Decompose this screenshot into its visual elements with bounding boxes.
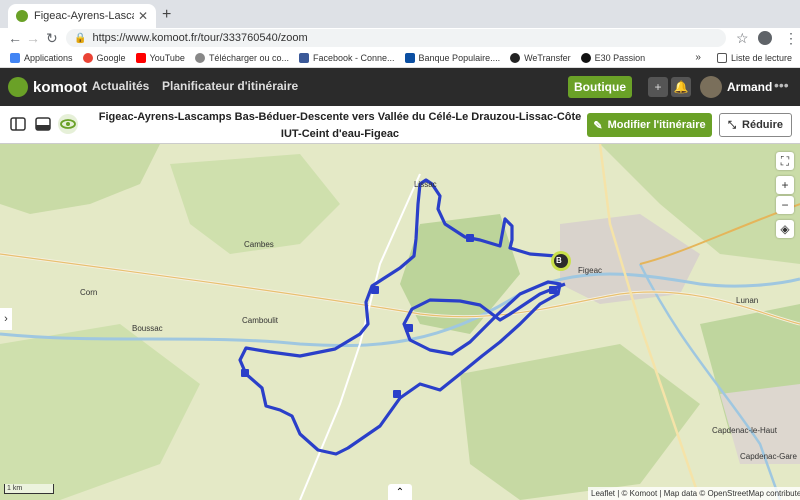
map-attribution[interactable]: Leaflet | © Komoot | Map data © OpenStre… [588, 487, 800, 500]
bookmark-label: WeTransfer [524, 52, 571, 63]
reading-list-label: Liste de lecture [730, 52, 792, 63]
bottom-panel-icon[interactable] [35, 116, 51, 132]
bookmarks-bar: Applications Google YouTube Télécharger … [0, 48, 800, 68]
bookmark-e30[interactable]: E30 Passion [580, 52, 646, 63]
e30-icon [580, 52, 591, 63]
youtube-icon [135, 52, 146, 63]
nav-planificateur[interactable]: Planificateur d'itinéraire [162, 79, 298, 93]
tour-title: Figeac-Ayrens-Lascamps Bas-Béduer-Descen… [90, 109, 590, 143]
add-icon[interactable]: + [648, 77, 668, 97]
layers-icon[interactable]: ◈ [776, 220, 794, 238]
google-icon [82, 52, 93, 63]
bookmark-label: E30 Passion [594, 52, 646, 63]
bookmark-label: Télécharger ou co... [208, 52, 289, 63]
collapse-icon: ⤡ [728, 119, 737, 131]
pencil-icon: ✎ [593, 119, 603, 132]
address-bar-row: ← → ↻ 🔒 https://www.komoot.fr/tour/33376… [0, 28, 800, 48]
browser-tab-strip: Figeac-Ayrens-Lascamps Bas ✕ + [0, 0, 800, 28]
bookmark-youtube[interactable]: YouTube [135, 52, 185, 63]
tour-title-line1: Figeac-Ayrens-Lascamps Bas-Béduer-Descen… [98, 111, 582, 123]
forward-icon[interactable]: → [26, 30, 40, 46]
star-icon[interactable]: ☆ [736, 30, 749, 47]
bookmark-label: YouTube [149, 52, 185, 63]
reduce-button[interactable]: ⤡ Réduire [719, 113, 792, 137]
bookmark-label: Applications [24, 52, 73, 63]
reload-icon[interactable]: ↻ [46, 30, 58, 47]
komoot-favicon-icon [16, 10, 28, 22]
shop-button[interactable]: Boutique [568, 76, 632, 98]
fullscreen-icon[interactable]: ⛶ [776, 152, 794, 170]
komoot-logo[interactable]: komoot [8, 77, 87, 97]
place-figeac: Figeac [578, 266, 603, 275]
back-icon[interactable]: ← [8, 30, 22, 46]
new-tab-icon[interactable]: + [162, 6, 171, 24]
komoot-header: komoot Actualités Planificateur d'itinér… [0, 68, 800, 106]
overflow-chevron-icon[interactable]: » [695, 52, 701, 63]
globe-icon [194, 52, 205, 63]
bookmark-download[interactable]: Télécharger ou co... [194, 52, 289, 63]
place-capdenac-le-haut: Capdenac-le-Haut [712, 426, 777, 435]
map-scale: 1 km [4, 484, 54, 494]
menu-icon[interactable]: ⋮ [784, 30, 798, 47]
close-tab-icon[interactable]: ✕ [138, 9, 148, 23]
tour-toolbar: Figeac-Ayrens-Lascamps Bas-Béduer-Descen… [0, 106, 800, 144]
bookmark-applications[interactable]: Applications [10, 52, 73, 63]
map-canvas[interactable] [0, 144, 800, 500]
eye-icon[interactable] [58, 114, 78, 134]
zoom-in-icon[interactable]: + [776, 176, 794, 194]
facebook-icon [298, 52, 309, 63]
reading-list[interactable]: Liste de lecture [716, 52, 792, 63]
browser-tab[interactable]: Figeac-Ayrens-Lascamps Bas ✕ [8, 4, 156, 28]
apps-grid-icon [10, 52, 20, 63]
zoom-out-icon[interactable]: − [776, 196, 794, 214]
avatar[interactable] [700, 76, 722, 98]
expand-sidebar-chevron-icon[interactable]: › [0, 308, 12, 330]
url-field[interactable]: 🔒 https://www.komoot.fr/tour/333760540/z… [66, 29, 726, 47]
lock-icon: 🔒 [74, 32, 87, 44]
komoot-mountain-icon [8, 77, 28, 97]
modify-route-button[interactable]: ✎ Modifier l'itinéraire [587, 113, 712, 137]
bank-icon [404, 52, 415, 63]
more-icon[interactable]: ••• [774, 77, 789, 93]
bookmark-wetransfer[interactable]: WeTransfer [510, 52, 571, 63]
bookmark-facebook[interactable]: Facebook - Conne... [298, 52, 395, 63]
expand-panel-chevron-icon[interactable]: ⌃ [388, 484, 412, 500]
user-name[interactable]: Armand [727, 80, 772, 94]
bell-icon[interactable]: 🔔 [671, 77, 691, 97]
place-cambes: Cambes [244, 240, 274, 249]
place-lissac: Lissac [414, 180, 437, 189]
place-camboulit: Camboulit [242, 316, 279, 325]
bookmark-label: Banque Populaire.... [418, 52, 501, 63]
bookmark-banque-populaire[interactable]: Banque Populaire.... [404, 52, 501, 63]
reading-list-icon [716, 52, 727, 63]
reduce-label: Réduire [742, 119, 783, 131]
place-capdenac-gare: Capdenac-Gare [740, 452, 797, 461]
profile-icon[interactable] [758, 31, 772, 45]
nav-actualites[interactable]: Actualités [92, 79, 149, 93]
map-view[interactable]: B Figeac Cambes Corn Boussac Camboulit L… [0, 144, 800, 500]
tab-title: Figeac-Ayrens-Lascamps Bas [34, 10, 134, 22]
tour-title-line2: IUT-Ceint d'eau-Figeac [280, 128, 400, 140]
bookmark-label: Facebook - Conne... [312, 52, 395, 63]
place-corn: Corn [80, 288, 98, 297]
url-text: https://www.komoot.fr/tour/333760540/zoo… [92, 32, 308, 44]
place-lunan: Lunan [736, 296, 759, 305]
wetransfer-icon [510, 52, 521, 63]
bookmark-label: Google [96, 52, 126, 63]
marker-b-label[interactable]: B [556, 256, 562, 265]
bookmark-google[interactable]: Google [82, 52, 126, 63]
sidebar-toggle-icon[interactable] [10, 116, 26, 132]
place-boussac: Boussac [132, 324, 163, 333]
logo-text: komoot [33, 78, 88, 96]
modify-label: Modifier l'itinéraire [607, 119, 706, 131]
